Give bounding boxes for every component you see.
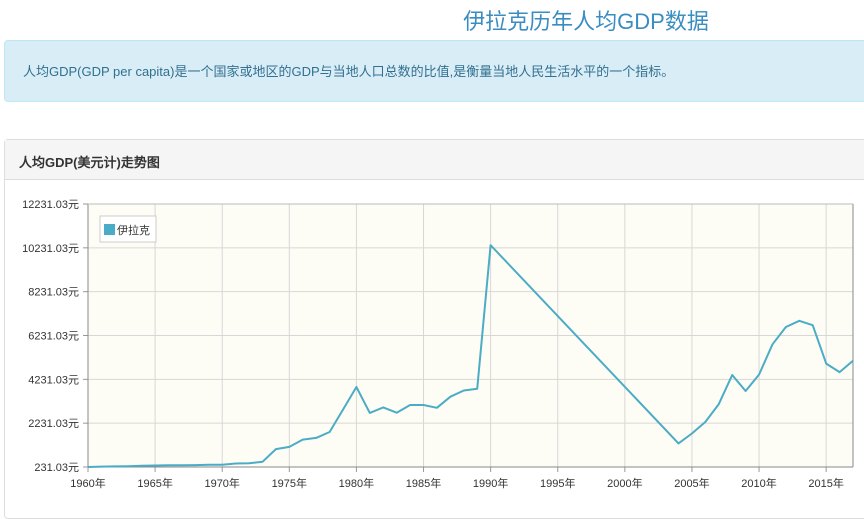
data-point <box>87 466 89 468</box>
data-point <box>772 343 774 345</box>
data-point <box>409 404 411 406</box>
data-point <box>100 466 102 468</box>
y-tick-label: 10231.03元 <box>22 243 79 255</box>
data-point <box>785 326 787 328</box>
data-point <box>731 374 733 376</box>
x-tick-label: 1975年 <box>272 476 307 490</box>
data-point <box>248 462 250 464</box>
y-tick-label: 6231.03元 <box>28 331 79 343</box>
data-point <box>758 374 760 376</box>
data-point <box>168 464 170 466</box>
x-tick-label: 2000年 <box>607 476 642 490</box>
x-tick-label: 1990年 <box>473 476 508 490</box>
data-point <box>704 421 706 423</box>
legend-label: 伊拉克 <box>117 223 150 237</box>
legend[interactable]: 伊拉克 <box>99 215 157 243</box>
data-point <box>382 406 384 408</box>
data-point <box>208 464 210 466</box>
data-point <box>127 465 129 467</box>
data-point <box>342 409 344 411</box>
data-point <box>718 403 720 405</box>
data-point <box>262 461 264 463</box>
x-tick-label: 1995年 <box>540 476 575 490</box>
data-point <box>490 244 492 246</box>
data-point <box>812 324 814 326</box>
y-tick-label: 2231.03元 <box>28 418 79 430</box>
x-tick-label: 1965年 <box>137 476 172 490</box>
data-point <box>678 442 680 444</box>
legend-swatch <box>104 224 115 235</box>
data-point <box>476 388 478 390</box>
x-tick-label: 1985年 <box>406 476 441 490</box>
data-point <box>114 465 116 467</box>
data-point <box>302 439 304 441</box>
line-chart: 231.03元 2231.03元 4231.03元 6231.03元 8231.03元 1… <box>22 199 854 490</box>
data-point <box>154 465 156 467</box>
data-point <box>825 363 827 365</box>
data-point <box>235 463 237 465</box>
x-tick-label: 1960年 <box>70 476 105 490</box>
data-point <box>449 396 451 398</box>
data-point <box>369 412 371 414</box>
y-tick-label: 231.03元 <box>34 462 79 474</box>
x-tick-label: 1970年 <box>204 476 239 490</box>
data-point <box>315 437 317 439</box>
data-point <box>691 433 693 435</box>
data-point <box>852 360 854 362</box>
data-point <box>798 320 800 322</box>
data-point <box>436 407 438 409</box>
data-point <box>194 464 196 466</box>
x-tick-label: 2010年 <box>741 476 776 490</box>
data-point <box>221 464 223 466</box>
data-point <box>329 431 331 433</box>
data-point <box>141 465 143 467</box>
data-point <box>396 412 398 414</box>
y-tick-label: 8231.03元 <box>28 287 79 299</box>
y-tick-label: 12231.03元 <box>22 199 79 211</box>
data-point <box>423 404 425 406</box>
data-point <box>288 446 290 448</box>
data-point <box>745 390 747 392</box>
data-point <box>275 448 277 450</box>
y-tick-label: 4231.03元 <box>28 374 79 386</box>
x-tick-label: 1980年 <box>339 476 374 490</box>
data-point <box>463 390 465 392</box>
data-point <box>181 464 183 466</box>
x-tick-label: 2015年 <box>808 476 843 490</box>
data-point <box>839 371 841 373</box>
x-tick-label: 2005年 <box>674 476 709 490</box>
data-point <box>355 386 357 388</box>
